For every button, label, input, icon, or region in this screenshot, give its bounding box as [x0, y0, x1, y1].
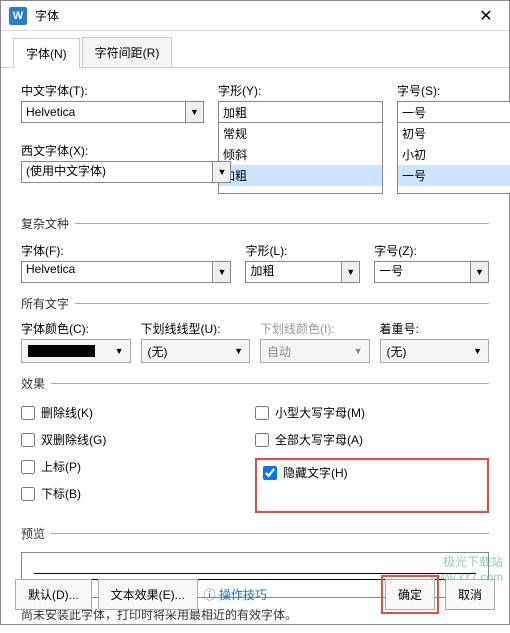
smallcaps-checkbox[interactable]: 小型大写字母(M) [255, 404, 489, 421]
complex-style-value[interactable]: 加粗 [245, 261, 342, 283]
hidden-checkbox[interactable]: 隐藏文字(H) [263, 464, 481, 481]
complex-size-value[interactable]: 一号 [374, 261, 471, 283]
strike-checkbox[interactable]: 删除线(K) [21, 404, 255, 421]
font-color-label: 字体颜色(C): [21, 320, 131, 337]
dropdown-button[interactable]: ▼ [342, 261, 360, 283]
latin-font-value[interactable]: (使用中文字体) [21, 161, 213, 183]
cjk-font-dropdown-button[interactable]: ▼ [186, 101, 204, 123]
cjk-font-label: 中文字体(T): [21, 82, 204, 99]
hidden-highlight: 隐藏文字(H) [255, 458, 489, 513]
complex-legend: 复杂文种 [21, 215, 75, 232]
default-button[interactable]: 默认(D)... [15, 579, 92, 610]
emphasis-dropdown[interactable]: (无)▼ [380, 339, 490, 363]
underline-color-label: 下划线颜色(I): [260, 320, 370, 337]
dropdown-button[interactable]: ▼ [471, 261, 489, 283]
preview-legend: 预览 [21, 525, 51, 542]
cancel-button[interactable]: 取消 [445, 579, 495, 610]
list-item[interactable]: 常规 [219, 123, 382, 144]
emphasis-label: 着重号: [380, 320, 490, 337]
complex-style-label: 字形(L): [245, 242, 360, 259]
size-input[interactable] [397, 101, 510, 123]
font-color-dropdown[interactable]: ▼ [21, 339, 131, 363]
list-item[interactable]: 初号 [398, 123, 510, 144]
double-strike-checkbox[interactable]: 双删除线(G) [21, 431, 255, 448]
complex-font-value[interactable]: Helvetica [21, 261, 213, 283]
alltext-legend: 所有文字 [21, 295, 75, 312]
app-icon: W [9, 7, 27, 25]
close-icon[interactable]: ✕ [471, 1, 501, 31]
underline-color-dropdown: 自动▼ [260, 339, 370, 363]
ok-button[interactable]: 确定 [385, 579, 435, 610]
complex-font-label: 字体(F): [21, 242, 231, 259]
ok-highlight: 确定 [381, 575, 439, 614]
underline-style-label: 下划线线型(U): [141, 320, 251, 337]
superscript-checkbox[interactable]: 上标(P) [21, 458, 255, 475]
dropdown-button[interactable]: ▼ [213, 261, 231, 283]
size-label: 字号(S): [397, 82, 510, 99]
cjk-font-input[interactable] [21, 101, 186, 123]
tab-spacing[interactable]: 字符间距(R) [82, 37, 173, 67]
complex-size-label: 字号(Z): [374, 242, 489, 259]
latin-font-dropdown-button[interactable]: ▼ [213, 161, 231, 183]
subscript-checkbox[interactable]: 下标(B) [21, 485, 255, 502]
tab-font[interactable]: 字体(N) [13, 38, 80, 68]
style-input[interactable] [218, 101, 383, 123]
latin-font-label: 西文字体(X): [21, 142, 231, 159]
effects-legend: 效果 [21, 375, 51, 392]
allcaps-checkbox[interactable]: 全部大写字母(A) [255, 431, 489, 448]
style-label: 字形(Y): [218, 82, 383, 99]
window-title: 字体 [35, 7, 471, 24]
text-effect-button[interactable]: 文本效果(E)... [98, 579, 198, 610]
tip-link[interactable]: ⓘ 操作技巧 [204, 586, 267, 603]
underline-style-dropdown[interactable]: (无)▼ [141, 339, 251, 363]
